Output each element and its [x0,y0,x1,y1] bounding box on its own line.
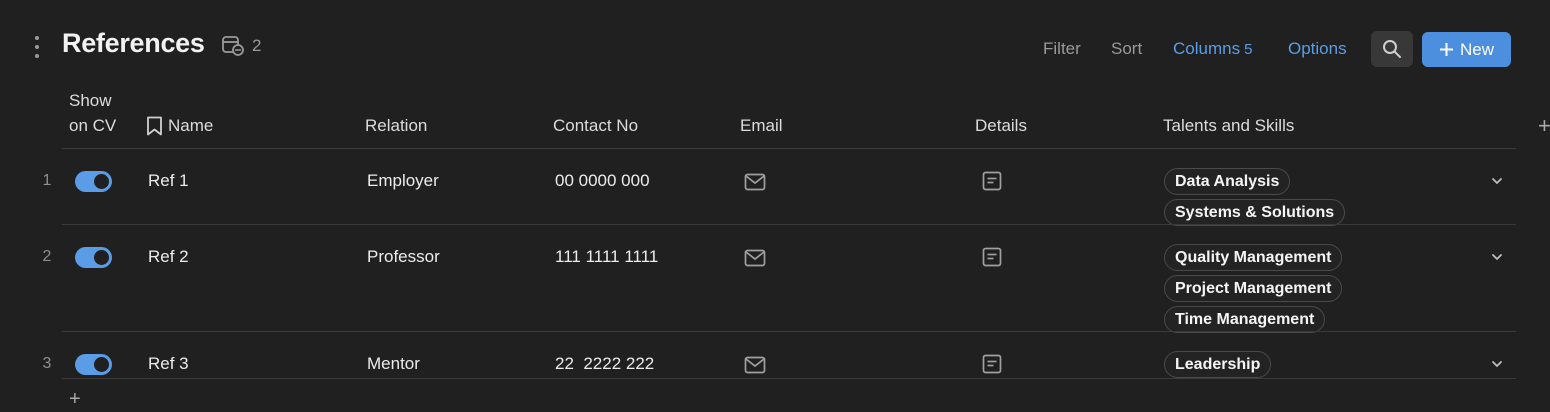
add-row-icon[interactable]: + [69,388,81,411]
show-on-cv-toggle[interactable] [75,354,112,375]
columns-label: Columns [1173,39,1241,58]
columns-button[interactable]: Columns 5 [1173,39,1252,59]
skills-cell[interactable]: Data Analysis Systems & Solutions [1164,168,1346,226]
contact-cell[interactable]: 22 2222 222 [555,354,654,374]
columns-count: 5 [1244,41,1253,58]
page-title: References [62,28,205,58]
mail-icon[interactable] [744,249,766,267]
bookmark-icon [147,116,162,135]
row-number: 1 [42,172,52,189]
relation-cell[interactable]: Mentor [367,354,420,374]
skill-tag: Leadership [1164,351,1272,378]
name-cell[interactable]: Ref 3 [148,354,189,374]
search-button[interactable] [1371,31,1413,67]
filter-button[interactable]: Filter [1043,39,1081,59]
new-record-button[interactable]: New [1422,32,1511,67]
divider [62,378,1516,379]
references-database-view: References 2 Filter Sort Columns 5 Option… [0,0,1550,412]
new-button-label: New [1459,39,1494,59]
kebab-icon[interactable] [30,36,44,58]
column-header-name-label: Name [168,116,214,135]
skill-tag: Project Management [1164,275,1343,302]
note-icon[interactable] [982,354,1002,374]
row-number: 3 [42,355,52,372]
database-icon [222,36,244,56]
skill-tag: Quality Management [1164,244,1343,271]
relation-cell[interactable]: Employer [367,171,439,191]
mail-icon[interactable] [744,356,766,374]
relation-cell[interactable]: Professor [367,247,440,267]
name-cell[interactable]: Ref 1 [148,171,189,191]
skill-tag: Systems & Solutions [1164,199,1346,226]
mail-icon[interactable] [744,173,766,191]
record-count: 2 [252,36,262,55]
chevron-down-icon[interactable] [1490,176,1504,186]
column-header-email[interactable]: Email [740,113,783,138]
contact-cell[interactable]: 111 1111 1111 [555,247,658,267]
view-header: References 2 Filter Sort Columns 5 Option… [0,0,1550,90]
sort-button[interactable]: Sort [1111,39,1142,59]
show-on-cv-toggle[interactable] [75,171,112,192]
divider [62,331,1516,332]
table-row[interactable]: 3 Ref 3 Mentor 22 2222 222 Leadership [0,341,1550,378]
options-button[interactable]: Options [1288,39,1347,59]
chevron-down-icon[interactable] [1490,252,1504,262]
chevron-down-icon[interactable] [1490,359,1504,369]
table-row[interactable]: 2 Ref 2 Professor 111 1111 1111 Quality … [0,234,1550,333]
column-header-name[interactable]: Name [146,113,213,138]
skills-cell[interactable]: Leadership [1164,351,1272,378]
plus-icon [1439,43,1453,56]
name-cell[interactable]: Ref 2 [148,247,189,267]
divider [62,224,1516,225]
note-icon[interactable] [982,247,1002,267]
add-column-icon[interactable]: + [1538,113,1550,139]
column-header-show-on-cv[interactable]: Show on CV [69,88,116,138]
column-header-relation[interactable]: Relation [365,113,427,138]
skill-tag: Data Analysis [1164,168,1291,195]
divider [62,148,1516,149]
note-icon[interactable] [982,171,1002,191]
row-number: 2 [42,248,52,265]
column-header-show-on-cv-line1: Show [69,91,112,110]
column-header-details[interactable]: Details [975,113,1027,138]
table-row[interactable]: 1 Ref 1 Employer 00 0000 000 Data Analys… [0,158,1550,226]
column-header-contact[interactable]: Contact No [553,113,638,138]
show-on-cv-toggle[interactable] [75,247,112,268]
search-icon [1383,40,1401,58]
column-header-skills[interactable]: Talents and Skills [1163,113,1294,138]
skill-tag: Time Management [1164,306,1326,333]
contact-cell[interactable]: 00 0000 000 [555,171,650,191]
skills-cell[interactable]: Quality Management Project Management Ti… [1164,244,1343,333]
column-header-show-on-cv-line2: on CV [69,116,117,135]
